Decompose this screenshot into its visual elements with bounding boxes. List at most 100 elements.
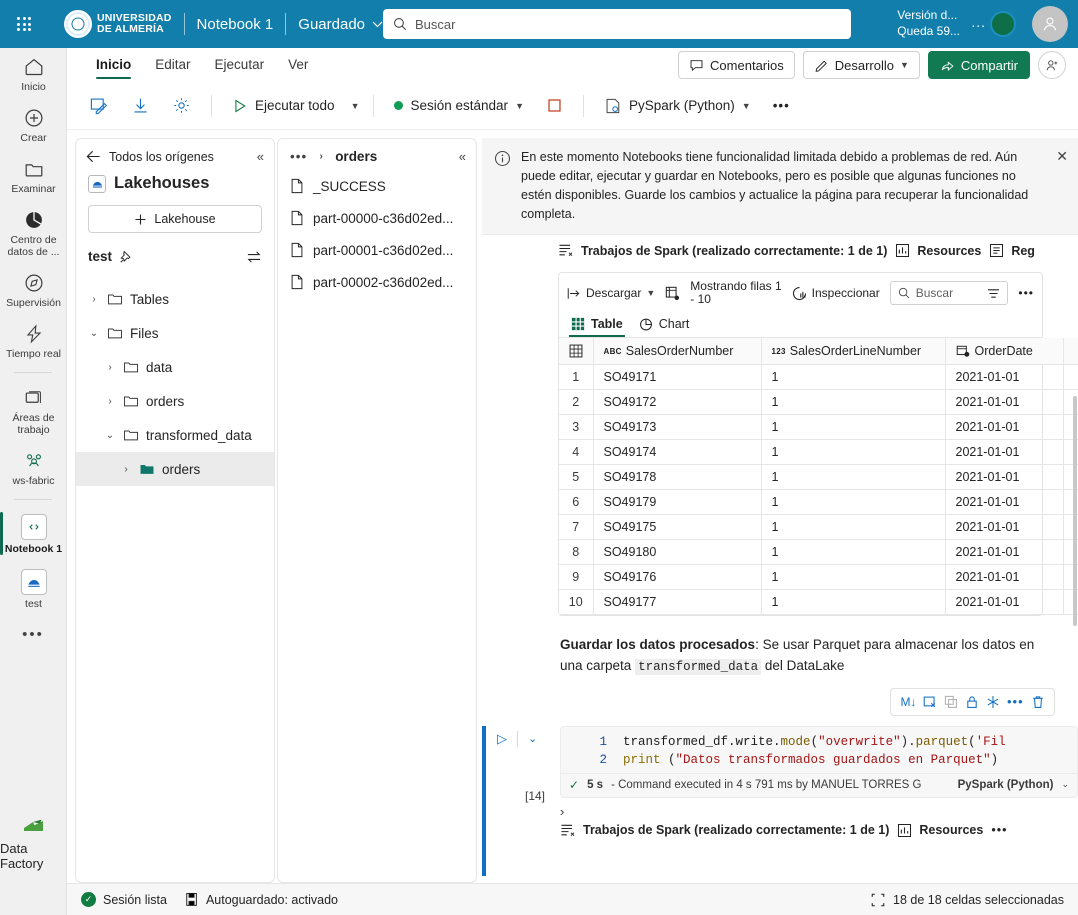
- collapse-files-icon[interactable]: «: [459, 149, 466, 164]
- spark-overflow-icon[interactable]: •••: [991, 823, 1007, 837]
- sidebar-item-notebook-1[interactable]: Notebook 1: [0, 506, 67, 561]
- expand-output-icon[interactable]: ›: [560, 798, 1078, 821]
- sidebar-item-areas-de-trabajo[interactable]: Áreas de trabajo: [0, 379, 67, 442]
- spark-jobs-status[interactable]: Trabajos de Spark (realizado correctamen…: [560, 823, 889, 838]
- resources-button[interactable]: Resources: [897, 823, 983, 838]
- sidebar-overflow-icon[interactable]: •••: [0, 616, 66, 653]
- switch-lakehouse-icon[interactable]: [246, 250, 262, 264]
- sidebar-item-tiempo-real[interactable]: Tiempo real: [0, 315, 67, 366]
- tree-node-orders[interactable]: › orders: [76, 384, 274, 418]
- inspect-button[interactable]: Inspeccionar: [792, 286, 880, 301]
- tree-node-tables[interactable]: › Tables: [76, 282, 274, 316]
- brand-logo[interactable]: UNIVERSIDAD DE ALMERÍA: [64, 0, 172, 48]
- add-lakehouse-button[interactable]: Lakehouse: [88, 205, 262, 233]
- delete-icon[interactable]: [1031, 695, 1045, 709]
- table-row[interactable]: 3 SO49173 1 2021-01-01: [559, 414, 1078, 440]
- session-selector[interactable]: Sesión estándar ▼: [388, 93, 530, 118]
- result-overflow-icon[interactable]: •••: [1018, 286, 1034, 300]
- logs-button[interactable]: Reg: [989, 243, 1035, 258]
- cell-chevron-down-icon[interactable]: ⌄: [528, 732, 537, 745]
- markdown-toggle-icon[interactable]: M↓: [900, 695, 916, 709]
- tab-ver[interactable]: Ver: [278, 51, 318, 79]
- run-cell-icon[interactable]: ▷: [497, 731, 507, 747]
- result-search-input[interactable]: Buscar: [889, 281, 1009, 305]
- sidebar-item-test[interactable]: test: [0, 561, 67, 616]
- run-all-button[interactable]: Ejecutar todo: [226, 93, 341, 119]
- presence-indicator[interactable]: [990, 11, 1016, 37]
- column-header-sales-order-line-number[interactable]: 123 SalesOrderLineNumber: [761, 338, 946, 365]
- code-editor[interactable]: 1 transformed_df.write.mode("overwrite").…: [560, 725, 1078, 798]
- scrollbar-thumb[interactable]: [1073, 396, 1077, 626]
- chevron-down-icon[interactable]: ⌄: [1061, 779, 1069, 790]
- cell-overflow-icon[interactable]: •••: [1007, 694, 1024, 709]
- list-item[interactable]: part-00002-c36d02ed...: [278, 266, 476, 298]
- markdown-cell[interactable]: Guardar los datos procesados: Se usar Pa…: [560, 634, 1055, 716]
- session-status[interactable]: ✓ Sesión lista: [81, 892, 167, 907]
- topbar-overflow-icon[interactable]: ...: [971, 14, 986, 30]
- close-icon[interactable]: ✕: [1056, 148, 1068, 224]
- language-selector[interactable]: PySpark (Python) ▼: [598, 92, 757, 120]
- pin-icon[interactable]: [119, 250, 133, 264]
- table-row[interactable]: 7 SO49175 1 2021-01-01: [559, 514, 1078, 540]
- tree-node-transformed-data[interactable]: ⌄ transformed_data: [76, 418, 274, 452]
- freeze-icon[interactable]: [986, 695, 1000, 709]
- tree-node-files[interactable]: ⌄ Files: [76, 316, 274, 350]
- table-row[interactable]: 1 SO49171 1 2021-01-01: [559, 364, 1078, 390]
- sidebar-item-data-factory[interactable]: Data Factory: [0, 814, 67, 871]
- selection-status[interactable]: 18 de 18 celdas seleccionadas: [871, 893, 1064, 907]
- app-launcher-icon[interactable]: [0, 0, 48, 48]
- copy-icon[interactable]: [944, 695, 958, 709]
- tab-ejecutar[interactable]: Ejecutar: [205, 51, 275, 79]
- tree-node-orders-selected[interactable]: › orders: [76, 452, 274, 486]
- command-overflow-icon[interactable]: •••: [767, 93, 796, 118]
- table-row[interactable]: 10 SO49177 1 2021-01-01: [559, 589, 1078, 615]
- autosave-status[interactable]: Autoguardado: activado: [185, 892, 338, 907]
- row-index-header[interactable]: [559, 338, 594, 365]
- canvas-scrollbar[interactable]: [1072, 276, 1078, 883]
- add-people-button[interactable]: [1038, 51, 1066, 79]
- sidebar-item-centro-de-datos[interactable]: Centro de datos de ...: [0, 201, 67, 264]
- sidebar-item-ws-fabric[interactable]: ws-fabric: [0, 442, 67, 493]
- filter-icon[interactable]: [987, 288, 1000, 299]
- breadcrumb-overflow-icon[interactable]: •••: [290, 149, 307, 164]
- run-all-chevron-down-icon[interactable]: ▼: [351, 101, 360, 111]
- stop-session-button[interactable]: [540, 92, 569, 119]
- all-sources-back-button[interactable]: Todos los orígenes: [86, 150, 214, 164]
- table-row[interactable]: 5 SO49178 1 2021-01-01: [559, 464, 1078, 490]
- resources-button[interactable]: Resources: [895, 243, 981, 258]
- table-options-button[interactable]: [665, 286, 680, 301]
- list-item[interactable]: _SUCCESS: [278, 170, 476, 202]
- tab-table[interactable]: Table: [569, 312, 625, 337]
- trial-version-info[interactable]: Versión d... Queda 59...: [897, 7, 960, 39]
- lock-icon[interactable]: [965, 695, 979, 709]
- table-row[interactable]: 9 SO49176 1 2021-01-01: [559, 564, 1078, 590]
- clear-output-icon[interactable]: [923, 695, 937, 709]
- table-row[interactable]: 2 SO49172 1 2021-01-01: [559, 389, 1078, 415]
- sidebar-item-inicio[interactable]: Inicio: [0, 48, 67, 99]
- sidebar-item-supervision[interactable]: Supervisión: [0, 264, 67, 315]
- edit-notebook-button[interactable]: [83, 91, 115, 121]
- tab-editar[interactable]: Editar: [145, 51, 200, 79]
- tab-chart[interactable]: Chart: [637, 312, 692, 337]
- tree-node-data[interactable]: › data: [76, 350, 274, 384]
- breadcrumb[interactable]: ••• › orders: [290, 149, 377, 164]
- share-button[interactable]: Compartir: [927, 51, 1030, 79]
- column-header-sales-order-number[interactable]: ABC SalesOrderNumber: [593, 338, 762, 365]
- global-search[interactable]: Buscar: [383, 9, 851, 39]
- save-state-menu[interactable]: Guardado: [298, 16, 383, 33]
- settings-button[interactable]: [166, 91, 197, 120]
- avatar[interactable]: [1032, 6, 1068, 42]
- list-item[interactable]: part-00001-c36d02ed...: [278, 234, 476, 266]
- spark-jobs-status[interactable]: Trabajos de Spark (realizado correctamen…: [558, 243, 887, 258]
- lakehouse-item[interactable]: test: [76, 237, 274, 268]
- download-result-button[interactable]: Descargar ▼: [567, 286, 655, 300]
- download-button[interactable]: [125, 91, 156, 120]
- comments-button[interactable]: Comentarios: [678, 51, 795, 79]
- table-row[interactable]: 6 SO49179 1 2021-01-01: [559, 489, 1078, 515]
- tab-inicio[interactable]: Inicio: [86, 51, 141, 79]
- table-row[interactable]: 8 SO49180 1 2021-01-01: [559, 539, 1078, 565]
- cell-language-label[interactable]: PySpark (Python): [958, 779, 1054, 791]
- column-header-order-date[interactable]: OrderDate: [945, 338, 1064, 365]
- table-row[interactable]: 4 SO49174 1 2021-01-01: [559, 439, 1078, 465]
- sidebar-item-examinar[interactable]: Examinar: [0, 150, 67, 201]
